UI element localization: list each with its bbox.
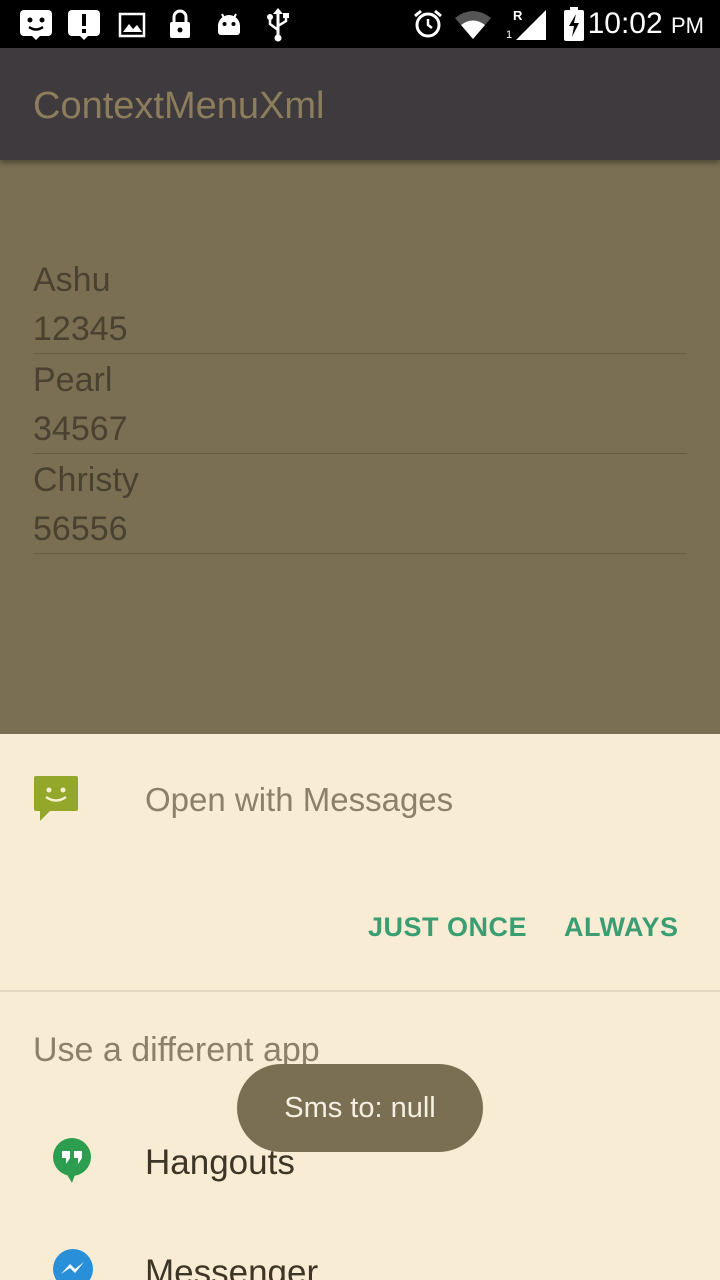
toast: Sms to: null [237,1064,483,1152]
status-time: 10:02 PM [588,6,704,44]
app-bar: ContextMenuXml [0,48,720,160]
list-item[interactable]: Ashu 12345 [33,254,687,354]
android-icon [218,13,240,35]
svg-text:R: R [513,8,523,23]
app-option-messenger[interactable]: Messenger [0,1224,720,1280]
app-chooser-sheet: Open with Messages JUST ONCE ALWAYS Use … [0,734,720,1280]
signal-icon: R 1 [506,8,546,41]
notification-face-icon [20,10,52,40]
list-item[interactable]: Christy 56556 [33,454,687,554]
contact-number: 34567 [33,410,128,448]
hangouts-icon [53,1138,91,1183]
wifi-icon [455,11,491,39]
clock-time: 10:02 [587,7,663,40]
app-option-label: Messenger [145,1253,319,1280]
list-item[interactable]: Pearl 34567 [33,354,687,454]
status-bar: R 1 10:02 PM [0,0,720,48]
clock-ampm: PM [671,13,704,38]
open-with-label: Open with Messages [145,781,454,818]
screen: R 1 10:02 PM ContextMenuXml Ashu 12345 P… [0,0,720,1280]
usb-icon [267,8,289,42]
battery-charging-icon [564,7,584,41]
contact-number: 56556 [33,510,128,548]
always-button[interactable]: ALWAYS [564,910,679,944]
alarm-icon [414,9,442,38]
default-app-row[interactable]: Open with Messages [0,734,720,874]
divider [0,990,720,992]
messages-app-icon [34,776,78,821]
contact-name: Ashu [33,261,111,299]
svg-text:1: 1 [506,29,512,41]
app-title: ContextMenuXml [33,85,325,127]
messenger-icon [53,1249,93,1280]
contact-number: 12345 [33,310,128,348]
lock-icon [170,9,190,38]
contact-name: Christy [33,461,139,499]
alert-icon [68,10,100,40]
toast-text: Sms to: null [284,1091,436,1124]
image-icon [118,12,146,38]
contact-list: Ashu 12345 Pearl 34567 Christy 56556 [33,254,687,554]
just-once-button[interactable]: JUST ONCE [368,910,527,944]
contact-name: Pearl [33,361,113,399]
